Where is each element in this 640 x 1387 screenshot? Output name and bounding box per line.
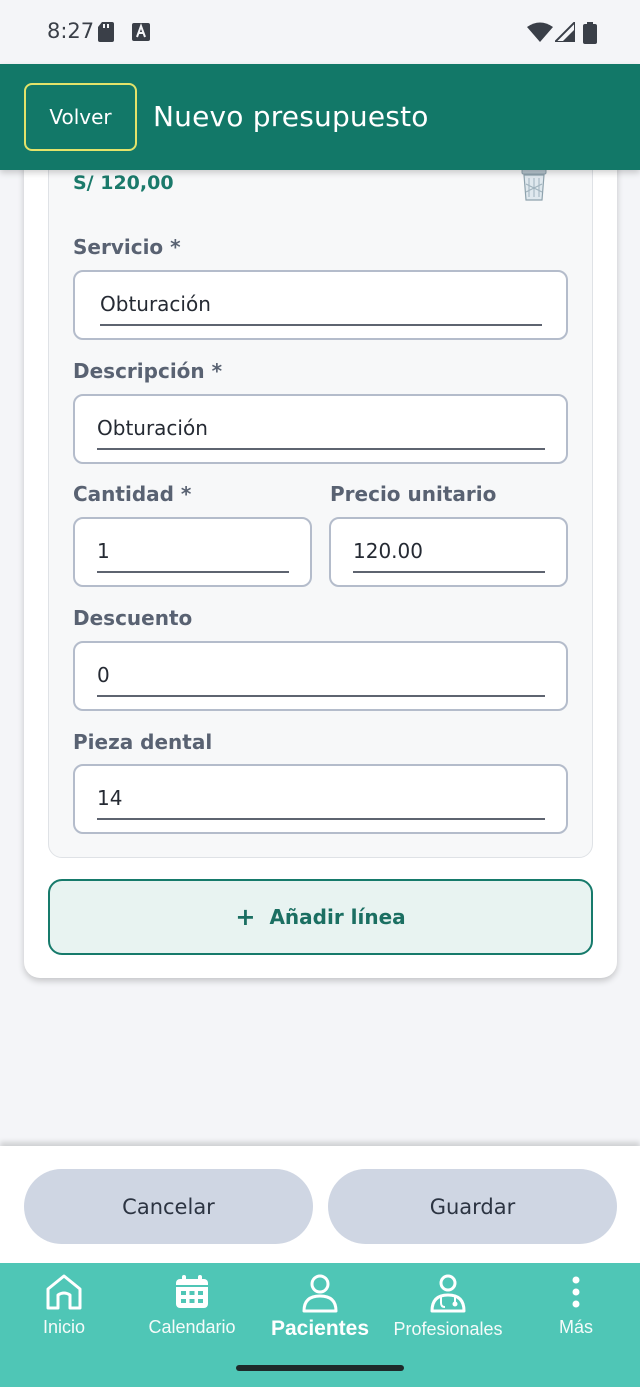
descuento-underline <box>97 695 545 697</box>
descripcion-field[interactable]: Obturación <box>73 394 568 464</box>
precio-unitario-label: Precio unitario <box>330 482 497 506</box>
line-total: S/ 120,00 <box>73 172 174 194</box>
nav-label-profesionales: Profesionales <box>393 1319 503 1339</box>
nav-item-inicio[interactable]: Inicio <box>0 1269 128 1349</box>
back-button[interactable]: Volver <box>24 83 137 151</box>
descripcion-label: Descripción * <box>73 359 223 383</box>
wifi-icon <box>527 22 553 42</box>
nav-label-pacientes: Pacientes <box>270 1317 370 1340</box>
pieza-dental-label: Pieza dental <box>73 730 213 754</box>
cancel-button[interactable]: Cancelar <box>24 1169 313 1244</box>
home-indicator[interactable] <box>236 1365 404 1371</box>
battery-icon <box>583 22 597 44</box>
trash-icon[interactable] <box>518 166 550 202</box>
page-title: Nuevo presupuesto <box>153 100 429 133</box>
servicio-field[interactable]: Obturación <box>73 270 568 340</box>
calendar-icon <box>176 1275 208 1308</box>
descuento-value: 0 <box>97 663 110 687</box>
status-bar: 8:27 <box>0 0 640 64</box>
nav-label-mas: Más <box>558 1317 593 1337</box>
cantidad-label: Cantidad * <box>73 482 192 506</box>
nav-item-mas[interactable]: Más <box>512 1269 640 1349</box>
descuento-label: Descuento <box>73 606 193 630</box>
nav-item-calendario[interactable]: Calendario <box>128 1269 256 1349</box>
pieza-dental-underline <box>97 818 545 820</box>
precio-unitario-underline <box>353 571 545 573</box>
descuento-field[interactable]: 0 <box>73 641 568 711</box>
save-button[interactable]: Guardar <box>328 1169 617 1244</box>
descripcion-underline <box>97 448 545 450</box>
status-time: 8:27 <box>47 19 95 43</box>
add-line-button[interactable]: + Añadir línea <box>48 879 593 955</box>
more-vertical-icon <box>572 1276 580 1308</box>
doctor-icon <box>430 1274 466 1313</box>
servicio-underline <box>100 324 542 326</box>
app-header: Volver Nuevo presupuesto <box>0 64 640 170</box>
nav-label-calendario: Calendario <box>148 1317 236 1337</box>
nav-label-inicio: Inicio <box>42 1317 86 1337</box>
nav-item-pacientes[interactable]: Pacientes <box>256 1269 384 1349</box>
cantidad-field[interactable]: 1 <box>73 517 312 587</box>
cantidad-underline <box>97 571 289 573</box>
keyboard-a-icon <box>132 23 150 41</box>
pieza-dental-value: 14 <box>97 786 123 810</box>
cell-signal-icon <box>555 22 575 42</box>
action-footer: Cancelar Guardar <box>0 1146 640 1263</box>
pieza-dental-field[interactable]: 14 <box>73 764 568 834</box>
add-line-label: Añadir línea <box>269 905 406 929</box>
nav-item-profesionales[interactable]: Profesionales <box>384 1269 512 1349</box>
precio-unitario-field[interactable]: 120.00 <box>329 517 568 587</box>
plus-icon: + <box>235 903 256 931</box>
descripcion-value: Obturación <box>97 416 208 440</box>
sd-card-icon <box>98 22 114 42</box>
home-icon <box>46 1274 82 1310</box>
servicio-value: Obturación <box>100 292 211 316</box>
precio-unitario-value: 120.00 <box>353 539 423 563</box>
cantidad-value: 1 <box>97 539 110 563</box>
servicio-label: Servicio * <box>73 235 181 259</box>
person-icon <box>302 1274 338 1313</box>
